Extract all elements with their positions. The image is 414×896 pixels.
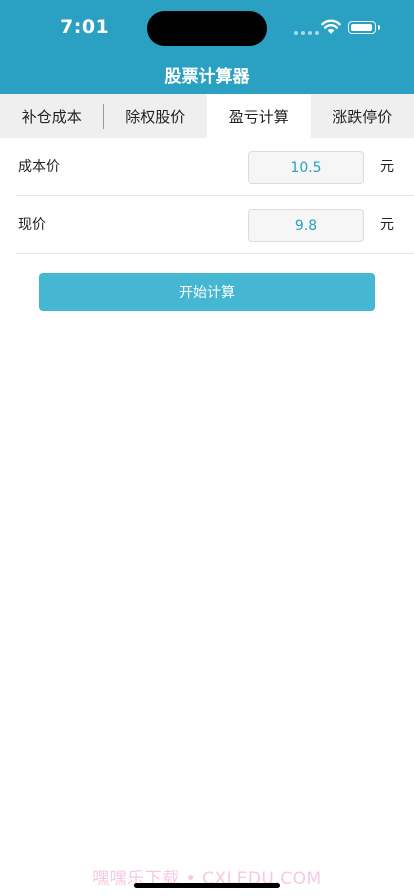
battery-icon xyxy=(348,21,380,34)
cost-price-row: 成本价 10.5 元 xyxy=(16,138,414,196)
cost-price-label: 成本价 xyxy=(18,159,60,175)
current-price-row: 现价 9.8 元 xyxy=(16,196,414,254)
current-price-input[interactable]: 9.8 xyxy=(248,209,364,242)
current-price-unit: 元 xyxy=(380,217,394,233)
page-title: 股票计算器 xyxy=(164,67,250,87)
cost-price-input[interactable]: 10.5 xyxy=(248,151,364,184)
status-time: 7:01 xyxy=(60,16,110,38)
cost-price-unit: 元 xyxy=(380,159,394,175)
tab-replenish-cost[interactable]: 补仓成本 xyxy=(0,94,104,138)
tab-bar: 补仓成本 除权股价 盈亏计算 涨跌停价 xyxy=(0,94,414,138)
cellular-signal-icon xyxy=(294,31,319,35)
app-header: 7:01 股票计算器 xyxy=(0,0,414,94)
wifi-icon xyxy=(321,19,341,34)
home-indicator xyxy=(134,883,280,888)
tab-ex-rights-price[interactable]: 除权股价 xyxy=(104,94,208,138)
dynamic-island xyxy=(147,11,267,46)
calculate-button[interactable]: 开始计算 xyxy=(39,273,375,311)
tab-limit-price[interactable]: 涨跌停价 xyxy=(311,94,414,138)
tab-divider xyxy=(103,104,104,129)
tab-profit-loss[interactable]: 盈亏计算 xyxy=(207,94,311,138)
current-price-label: 现价 xyxy=(18,217,46,233)
